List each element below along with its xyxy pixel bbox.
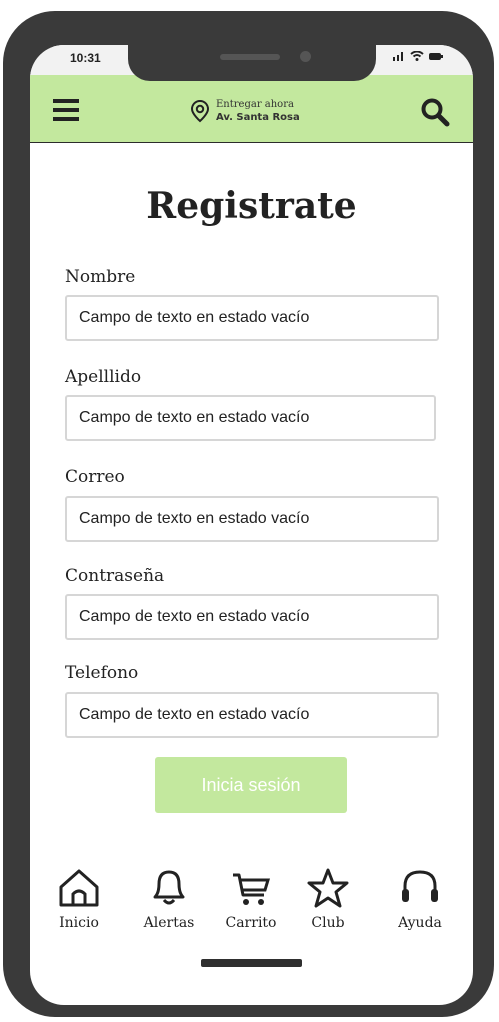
signal-icon	[393, 52, 403, 61]
nav-item-inicio[interactable]: Inicio	[39, 867, 119, 931]
nav-label-carrito: Carrito	[225, 915, 277, 931]
cart-icon	[233, 873, 271, 905]
location-pin-icon	[190, 99, 210, 123]
home-icon	[59, 869, 99, 907]
home-indicator[interactable]	[201, 959, 302, 967]
nav-label-ayuda: Ayuda	[398, 915, 442, 931]
nav-item-carrito[interactable]: Carrito	[211, 867, 291, 931]
page-title: Registrate	[146, 185, 357, 227]
nav-item-ayuda[interactable]: Ayuda	[380, 867, 460, 931]
contrasena-input[interactable]	[65, 594, 439, 640]
contrasena-label: Contraseña	[65, 566, 165, 586]
correo-label: Correo	[65, 467, 125, 487]
status-time: 10:31	[70, 51, 101, 65]
search-icon[interactable]	[420, 97, 450, 132]
submit-button[interactable]: Inicia sesión	[155, 757, 347, 813]
front-camera	[300, 51, 311, 62]
battery-icon	[429, 52, 443, 60]
telefono-input[interactable]	[65, 692, 439, 738]
device-notch	[128, 45, 376, 81]
delivery-text: Entregar ahora Av. Santa Rosa	[216, 98, 300, 124]
nav-label-club: Club	[311, 915, 345, 931]
star-icon	[307, 868, 349, 908]
telefono-label: Telefono	[65, 663, 139, 683]
phone-frame: 10:31 Entregar ahora Av. Santa Rosa Regi…	[3, 11, 494, 1017]
headset-icon	[402, 870, 438, 902]
nav-label-inicio: Inicio	[59, 915, 99, 931]
system-icons	[393, 51, 443, 61]
nombre-label: Nombre	[65, 267, 136, 287]
nombre-input[interactable]	[65, 295, 439, 341]
apellido-label: Apelllido	[65, 367, 142, 387]
nav-label-alertas: Alertas	[143, 915, 195, 931]
bell-icon	[153, 870, 185, 905]
app-header: Entregar ahora Av. Santa Rosa	[30, 75, 473, 143]
hamburger-menu-icon[interactable]	[53, 99, 79, 126]
nav-item-alertas[interactable]: Alertas	[129, 867, 209, 931]
correo-input[interactable]	[65, 496, 439, 542]
screen: 10:31 Entregar ahora Av. Santa Rosa Regi…	[30, 45, 473, 1005]
nav-item-club[interactable]: Club	[288, 867, 368, 931]
wifi-icon	[410, 51, 424, 61]
delivery-label: Entregar ahora	[216, 99, 294, 110]
apellido-input[interactable]	[65, 395, 436, 441]
delivery-address: Av. Santa Rosa	[216, 112, 300, 123]
delivery-location[interactable]: Entregar ahora Av. Santa Rosa	[190, 98, 300, 124]
speaker-grille	[220, 54, 280, 60]
